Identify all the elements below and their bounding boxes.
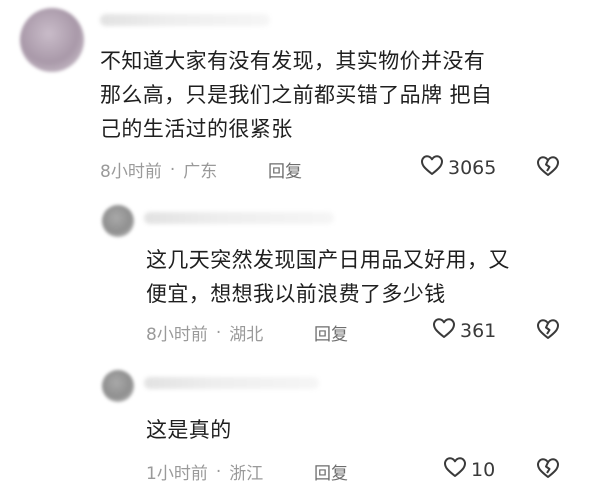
comment-meta: 8小时前 · 湖北 — [146, 320, 264, 346]
like-button[interactable]: 3065 — [420, 154, 496, 181]
comment-text-line: 这几天突然发现国产日用品又好用，又 — [146, 248, 510, 272]
reply-button[interactable]: 回复 — [314, 320, 348, 345]
comment-text-line: 便宜，想想我以前浪费了多少钱 — [146, 282, 446, 306]
comment-time: 8小时前 — [146, 325, 208, 345]
comment-text: 不知道大家有没有发现，其实物价并没有 那么高，只是我们之前都买错了品牌 把自 己… — [100, 44, 492, 146]
meta-separator: · — [215, 461, 222, 482]
broken-heart-icon[interactable] — [536, 457, 560, 483]
comment-meta: 1小时前 · 浙江 — [146, 459, 264, 485]
avatar[interactable] — [102, 370, 134, 402]
username-blurred[interactable] — [100, 14, 270, 26]
comment-text: 这几天突然发现国产日用品又好用，又 便宜，想想我以前浪费了多少钱 — [146, 243, 510, 311]
comment-text-line: 这是真的 — [146, 418, 232, 442]
like-count: 361 — [460, 319, 497, 342]
meta-separator: · — [169, 159, 176, 180]
avatar[interactable] — [102, 205, 134, 237]
heart-icon — [432, 317, 460, 344]
broken-heart-icon[interactable] — [536, 318, 560, 344]
comment-text-line: 那么高，只是我们之前都买错了品牌 把自 — [100, 83, 493, 107]
like-count: 10 — [471, 458, 496, 481]
like-button[interactable]: 361 — [432, 317, 496, 344]
heart-icon — [443, 456, 471, 483]
comment-location: 广东 — [183, 162, 218, 182]
comment-time: 1小时前 — [146, 464, 208, 484]
username-blurred[interactable] — [144, 377, 319, 389]
broken-heart-icon[interactable] — [536, 155, 560, 181]
username-blurred[interactable] — [144, 212, 334, 224]
like-button[interactable]: 10 — [443, 456, 495, 483]
comment-location: 湖北 — [229, 325, 264, 345]
like-count: 3065 — [448, 156, 497, 179]
heart-icon — [420, 154, 448, 181]
comment-time: 8小时前 — [100, 162, 162, 182]
comment-location: 浙江 — [229, 464, 264, 484]
comment-text: 这是真的 — [146, 413, 232, 447]
comment-text-line: 己的生活过的很紧张 — [100, 117, 293, 141]
avatar[interactable] — [20, 8, 84, 72]
comment-text-line: 不知道大家有没有发现，其实物价并没有 — [100, 49, 486, 73]
reply-button[interactable]: 回复 — [268, 157, 302, 182]
comment-meta: 8小时前 · 广东 — [100, 157, 218, 183]
meta-separator: · — [215, 322, 222, 343]
reply-button[interactable]: 回复 — [314, 459, 348, 484]
